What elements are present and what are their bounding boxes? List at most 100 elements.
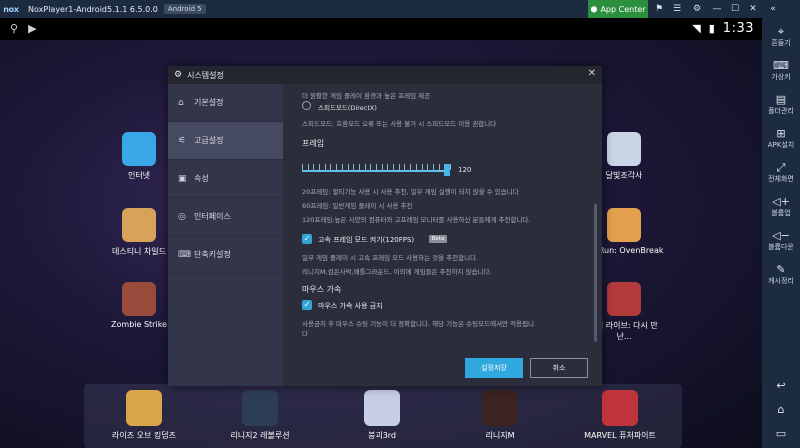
dock-app-honkai-3rd[interactable]: 붕괴3rd <box>332 390 432 441</box>
frame-desc-120: 120프레임:높은 사양의 컴퓨터와 고프레임 모니터를 사용하신 분들에게 추… <box>302 216 531 224</box>
sidebar-item-apk-install[interactable]: ⊞ APK설치 <box>762 128 800 150</box>
clock: 1:33 <box>722 21 754 36</box>
date-a-live-app-icon <box>607 282 641 316</box>
dialog-close-icon[interactable]: ✕ <box>588 68 596 79</box>
settings-gear-icon: ⚙ <box>174 70 183 80</box>
app-center-button[interactable]: ⬢ App Center <box>588 0 648 18</box>
dialog-title: 시스템설정 <box>187 70 224 80</box>
volume-up-icon: ◁+ <box>772 195 790 208</box>
minimize-icon[interactable]: — <box>708 0 726 18</box>
menu-icon[interactable]: ☰ <box>668 0 686 18</box>
folder-icon: ▤ <box>775 93 787 106</box>
high-fps-label: 고속 프레임 모드 켜기(120FPS) <box>318 236 415 244</box>
app-label: 데스티니 차일드 <box>111 247 167 256</box>
home-icon[interactable]: ⌂ <box>762 404 800 416</box>
dock-app-rise-of-kingdoms[interactable]: 라이즈 오브 킹덤즈 <box>94 390 194 441</box>
maximize-icon[interactable]: ☐ <box>726 0 744 18</box>
cookie-run-app-icon <box>607 208 641 242</box>
app-dock: 라이즈 오브 킹덤즈 리니지2 레볼루션 붕괴3rd 리니지M MARVEL 퓨… <box>84 384 682 448</box>
settings-dialog: ⚙ 시스템설정 ✕ ⌂ 기본설정 ⚟ 고급설정 ▣ 속성 ◎ 인터페이스 ⌨ 단축키설정 … <box>168 66 602 386</box>
app-internet[interactable]: 인터넷 <box>99 132 179 181</box>
internet-app-icon <box>122 132 156 166</box>
sidebar-item-cache-clean[interactable]: ✎ 캐시정리 <box>762 264 800 286</box>
frame-section-title: 프레임 <box>302 139 325 148</box>
dialog-header: ⚙ 시스템설정 <box>168 66 602 84</box>
nav-item-interface[interactable]: ◎ 인터페이스 <box>168 198 283 236</box>
app-destiny-child[interactable]: 데스티니 차일드 <box>99 208 179 257</box>
gear-icon[interactable]: ⚙ <box>688 0 706 18</box>
nox-logo: nox <box>3 4 19 14</box>
speed-mode-label: 스피드모드(DirectX) <box>318 104 377 112</box>
lineage-m-app-icon <box>482 390 518 426</box>
nav-item-advanced[interactable]: ⚟ 고급설정 <box>168 122 283 160</box>
window-titlebar: nox NoxPlayer1-Android5.1.1 6.5.0.0 Andr… <box>0 0 800 18</box>
notification-icon: ⚲ <box>10 22 19 35</box>
sidebar-item-folder[interactable]: ▤ 폴더관리 <box>762 94 800 116</box>
clean-icon: ✎ <box>776 263 786 276</box>
sidebar-item-volume-down[interactable]: ◁− 볼륨다운 <box>762 230 800 252</box>
app-label: 리니지M <box>485 431 515 440</box>
nav-item-basic[interactable]: ⌂ 기본설정 <box>168 84 283 122</box>
rise-of-kingdoms-app-icon <box>126 390 162 426</box>
content-scrollbar[interactable] <box>594 204 597 342</box>
speed-mode-desc: 스피드모드: 호환모드 오류 또는 사용 불가 시 스피드모드 이용 권합니다 <box>302 120 497 128</box>
high-fps-checkbox[interactable]: ✓ <box>302 234 312 244</box>
render-desc: 더 원활한 게임 플레이 환경과 높은 프레임 제공 <box>302 92 431 100</box>
sidebar-item-volume-up[interactable]: ◁+ 볼륨업 <box>762 196 800 218</box>
app-label: 붕괴3rd <box>367 431 397 440</box>
honkai-3rd-app-icon <box>364 390 400 426</box>
app-label: 리니지2 레볼루션 <box>230 431 290 440</box>
sidebar-item-fullscreen[interactable]: ⤢ 전체화면 <box>762 162 800 184</box>
keyboard-icon: ⌨ <box>773 59 789 72</box>
app-center-label: App Center <box>600 4 646 14</box>
advanced-settings-content: 더 원활한 게임 플레이 환경과 높은 프레임 제공 스피드모드(DirectX… <box>292 84 594 336</box>
window-title: NoxPlayer1-Android5.1.1 6.5.0.0 <box>28 4 158 14</box>
dock-app-marvel-future-fight[interactable]: MARVEL 퓨처파이트 <box>570 390 670 441</box>
app-label: 라이즈 오브 킹덤즈 <box>112 431 176 440</box>
slider-tick <box>450 164 451 170</box>
volume-down-icon: ◁− <box>772 229 790 242</box>
settings-nav: ⌂ 기본설정 ⚟ 고급설정 ▣ 속성 ◎ 인터페이스 ⌨ 단축키설정 <box>168 84 283 386</box>
wifi-icon: ◥ <box>692 22 701 35</box>
gift-icon[interactable]: ⚑ <box>650 0 668 18</box>
fullscreen-icon: ⤢ <box>776 161 786 174</box>
mouse-desc-1: 사용금지 후 마우스 슈팅 기능이 더 정확합니다. 해당 기능은 슈팅모드에서… <box>302 320 535 328</box>
frame-slider-handle[interactable] <box>444 164 451 176</box>
lineage2-revolution-app-icon <box>242 390 278 426</box>
mouse-accel-checkbox[interactable]: ✓ <box>302 300 312 310</box>
app-label: Zombie Strike <box>111 320 167 329</box>
app-zombie-strike[interactable]: Zombie Strike <box>99 282 179 329</box>
frame-value: 120 <box>458 166 472 174</box>
cancel-button[interactable]: 취소 <box>530 358 588 378</box>
recent-apps-icon[interactable]: ▭ <box>762 428 800 440</box>
dock-app-lineage2-revolution[interactable]: 리니지2 레볼루션 <box>210 390 310 441</box>
android-status-bar: ⚲ ▶ ◥ ▮ 1:33 <box>0 18 762 40</box>
dock-app-lineage-m[interactable]: 리니지M <box>450 390 550 441</box>
mouse-desc-2: 다 <box>302 330 308 336</box>
nav-item-property[interactable]: ▣ 속성 <box>168 160 283 198</box>
speed-mode-radio[interactable] <box>302 101 311 110</box>
app-label: 인터넷 <box>127 171 151 180</box>
collapse-icon[interactable]: « <box>764 0 782 18</box>
apk-icon: ⊞ <box>776 127 786 140</box>
moonlight-sculptor-app-icon <box>607 132 641 166</box>
mouse-accel-label: 마우스 가속 사용 금지 <box>318 302 383 310</box>
frame-desc-60: 60프레임: 일반게임 플레이 시 사용 추천 <box>302 202 413 210</box>
high-fps-desc-2: 리니지M,검은사막,배틀그라운드, 이외에 게임들은 추천하지 않습니다. <box>302 268 492 276</box>
home-icon: ⌂ <box>178 97 184 108</box>
beta-badge: Beta <box>429 235 447 243</box>
battery-icon: ▮ <box>708 22 715 35</box>
close-icon[interactable]: ✕ <box>744 0 762 18</box>
back-icon[interactable]: ↩ <box>762 380 800 392</box>
sliders-icon: ⚟ <box>178 135 187 146</box>
destiny-child-app-icon <box>122 208 156 242</box>
save-settings-button[interactable]: 설정저장 <box>465 358 523 378</box>
frame-slider-track[interactable] <box>302 170 450 172</box>
frame-desc-20: 20프레임: 멀티기능 사용 시 사용 추천, 일부 게임 실행이 되지 않을 … <box>302 188 519 196</box>
nav-item-shortcuts[interactable]: ⌨ 단축키설정 <box>168 236 283 274</box>
sidebar-item-virtual-keys[interactable]: ⌨ 가상키 <box>762 60 800 82</box>
app-label: MARVEL 퓨처파이트 <box>584 431 656 440</box>
sidebar-item-shake[interactable]: ⌖ 흔들기 <box>762 26 800 48</box>
right-toolbar: ⌖ 흔들기 ⌨ 가상키 ▤ 폴더관리 ⊞ APK설치 ⤢ 전체화면 ◁+ 볼륨업 ◁− 볼륨다… <box>762 18 800 448</box>
app-center-icon: ⬢ <box>590 4 598 14</box>
